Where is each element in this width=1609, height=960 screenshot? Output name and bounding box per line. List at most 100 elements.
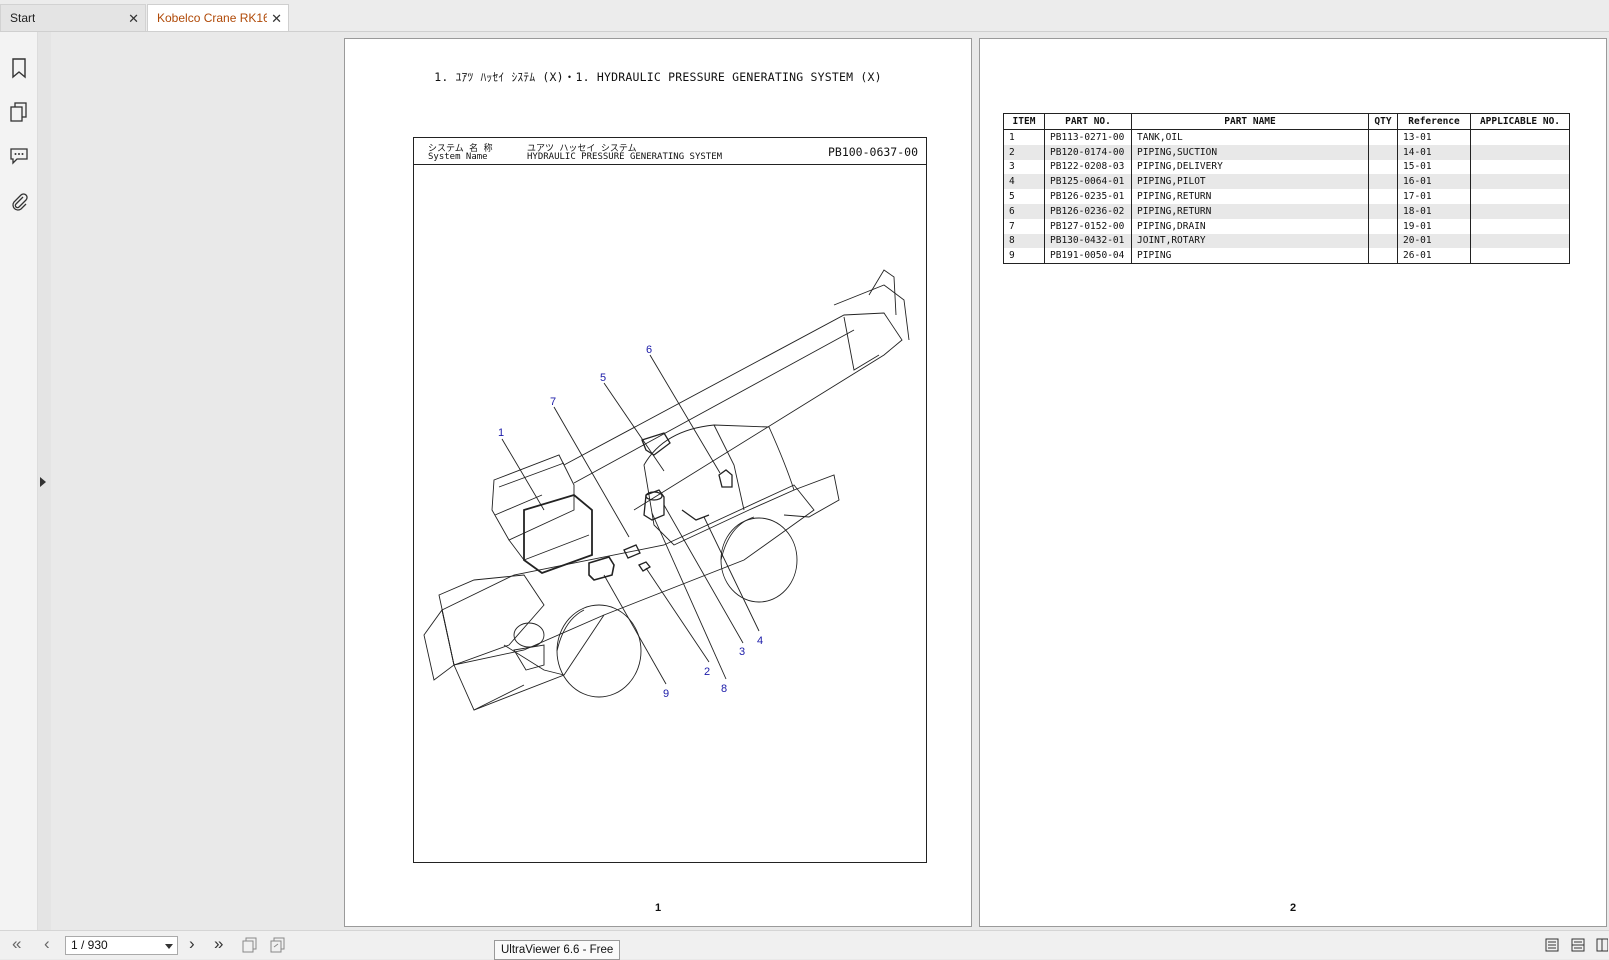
col-item: ITEM <box>1003 113 1045 130</box>
table-row: 2 PB120-0174-00 PIPING,SUCTION 14-01 <box>1003 144 1570 160</box>
pdf-page-2: ITEM PART NO. PART NAME QTY Reference AP… <box>979 38 1607 927</box>
cell-item: 8 <box>1003 233 1045 249</box>
system-label-en: System Name <box>428 152 488 162</box>
cell-qty <box>1368 248 1398 264</box>
callout-9: 9 <box>663 688 669 700</box>
callout-7: 7 <box>550 396 556 408</box>
table-row: 5 PB126-0235-01 PIPING,RETURN 17-01 <box>1003 189 1570 204</box>
pdf-page-1: 1. ﾕｱﾂ ﾊｯｾｲ ｼｽﾃﾑ (X)・1. HYDRAULIC PRESSU… <box>344 38 972 927</box>
cell-item: 3 <box>1003 159 1045 175</box>
cell-part-name: PIPING,DELIVERY <box>1131 159 1369 175</box>
cell-reference: 17-01 <box>1397 189 1471 204</box>
cell-item: 6 <box>1003 203 1045 219</box>
col-reference: Reference <box>1397 113 1471 130</box>
cell-applicable <box>1470 129 1570 145</box>
cell-qty <box>1368 144 1398 160</box>
cell-item: 2 <box>1003 144 1045 160</box>
tab-document[interactable]: Kobelco Crane RK16... ✕ <box>147 4 289 31</box>
continuous-view-icon[interactable] <box>1571 938 1585 952</box>
cell-part-no: PB191-0050-04 <box>1044 248 1132 264</box>
two-page-view-icon[interactable] <box>1596 938 1609 952</box>
next-page-button[interactable]: › <box>189 934 195 954</box>
callout-6: 6 <box>646 344 652 356</box>
cell-applicable <box>1470 159 1570 175</box>
export-page-icon[interactable] <box>270 937 286 958</box>
cell-reference: 20-01 <box>1397 233 1471 249</box>
drawing-frame: システム 名 称 System Name ユアツ ハッセイ システム HYDRA… <box>413 137 927 863</box>
crane-illustration: 1 2 3 4 5 6 7 8 9 <box>423 269 910 711</box>
tab-start[interactable]: Start ✕ <box>0 4 146 31</box>
attachment-icon[interactable] <box>8 190 30 212</box>
previous-page-button[interactable]: ‹ <box>44 934 50 954</box>
expand-panel-icon[interactable] <box>40 477 46 487</box>
tab-label: Start <box>10 11 36 25</box>
cell-part-name: PIPING,RETURN <box>1131 189 1369 204</box>
cell-applicable <box>1470 203 1570 219</box>
cell-item: 1 <box>1003 129 1045 145</box>
cell-applicable <box>1470 218 1570 234</box>
cell-applicable <box>1470 174 1570 190</box>
cell-reference: 18-01 <box>1397 203 1471 219</box>
single-page-view-icon[interactable] <box>1545 938 1559 952</box>
cell-part-no: PB126-0235-01 <box>1044 189 1132 204</box>
page-indicator: 1 / 930 <box>71 938 108 952</box>
cell-item: 5 <box>1003 189 1045 204</box>
cell-part-name: PIPING,RETURN <box>1131 203 1369 219</box>
cell-part-no: PB113-0271-00 <box>1044 129 1132 145</box>
cell-qty <box>1368 159 1398 175</box>
cell-applicable <box>1470 233 1570 249</box>
callout-4: 4 <box>757 635 763 647</box>
tab-bar: Start ✕ Kobelco Crane RK16... ✕ <box>0 0 1609 32</box>
page-number-input[interactable]: 1 / 930 <box>65 936 178 955</box>
cell-reference: 14-01 <box>1397 144 1471 160</box>
status-text: UltraViewer 6.6 - Free <box>494 940 621 960</box>
cell-qty <box>1368 218 1398 234</box>
col-applicable: APPLICABLE NO. <box>1470 113 1570 130</box>
close-icon[interactable]: ✕ <box>271 5 282 31</box>
cell-applicable <box>1470 248 1570 264</box>
sidebar-rail <box>0 32 38 930</box>
callout-5: 5 <box>600 372 606 384</box>
table-row: 8 PB130-0432-01 JOINT,ROTARY 20-01 <box>1003 233 1570 249</box>
cell-reference: 16-01 <box>1397 174 1471 190</box>
cell-qty <box>1368 174 1398 190</box>
pages-icon[interactable] <box>8 101 30 123</box>
cell-item: 7 <box>1003 218 1045 234</box>
cell-reference: 19-01 <box>1397 218 1471 234</box>
col-part-no: PART NO. <box>1044 113 1132 130</box>
cell-part-no: PB122-0208-03 <box>1044 159 1132 175</box>
cell-applicable <box>1470 189 1570 204</box>
col-part-name: PART NAME <box>1131 113 1369 130</box>
chevron-down-icon[interactable] <box>165 944 173 949</box>
cell-part-no: PB126-0236-02 <box>1044 203 1132 219</box>
cell-part-name: PIPING,PILOT <box>1131 174 1369 190</box>
bookmark-icon[interactable] <box>8 57 30 79</box>
drawing-number: PB100-0637-00 <box>827 145 918 159</box>
cell-qty <box>1368 129 1398 145</box>
status-bar: « ‹ 1 / 930 › » UltraViewer 6.6 - Free <box>0 930 1609 960</box>
copy-page-icon[interactable] <box>242 937 258 958</box>
cell-reference: 15-01 <box>1397 159 1471 175</box>
callout-2: 2 <box>704 666 710 678</box>
page-number: 2 <box>1289 902 1297 914</box>
cell-qty <box>1368 233 1398 249</box>
parts-table: ITEM PART NO. PART NAME QTY Reference AP… <box>1003 113 1570 265</box>
cell-part-no: PB120-0174-00 <box>1044 144 1132 160</box>
table-row: 4 PB125-0064-01 PIPING,PILOT 16-01 <box>1003 174 1570 190</box>
cell-item: 9 <box>1003 248 1045 264</box>
page-title: 1. ﾕｱﾂ ﾊｯｾｲ ｼｽﾃﾑ (X)・1. HYDRAULIC PRESSU… <box>434 70 882 84</box>
first-page-button[interactable]: « <box>12 934 21 954</box>
system-name-en: HYDRAULIC PRESSURE GENERATING SYSTEM <box>527 152 723 162</box>
cell-qty <box>1368 189 1398 204</box>
table-row: 7 PB127-0152-00 PIPING,DRAIN 19-01 <box>1003 218 1570 234</box>
cell-part-name: PIPING,DRAIN <box>1131 218 1369 234</box>
comments-icon[interactable] <box>8 144 30 166</box>
callout-8: 8 <box>721 683 727 695</box>
table-row: 6 PB126-0236-02 PIPING,RETURN 18-01 <box>1003 203 1570 219</box>
close-icon[interactable]: ✕ <box>128 5 139 31</box>
cell-part-name: TANK,OIL <box>1131 129 1369 145</box>
cell-reference: 26-01 <box>1397 248 1471 264</box>
cell-part-no: PB127-0152-00 <box>1044 218 1132 234</box>
table-row: 9 PB191-0050-04 PIPING 26-01 <box>1003 248 1570 264</box>
last-page-button[interactable]: » <box>214 934 223 954</box>
